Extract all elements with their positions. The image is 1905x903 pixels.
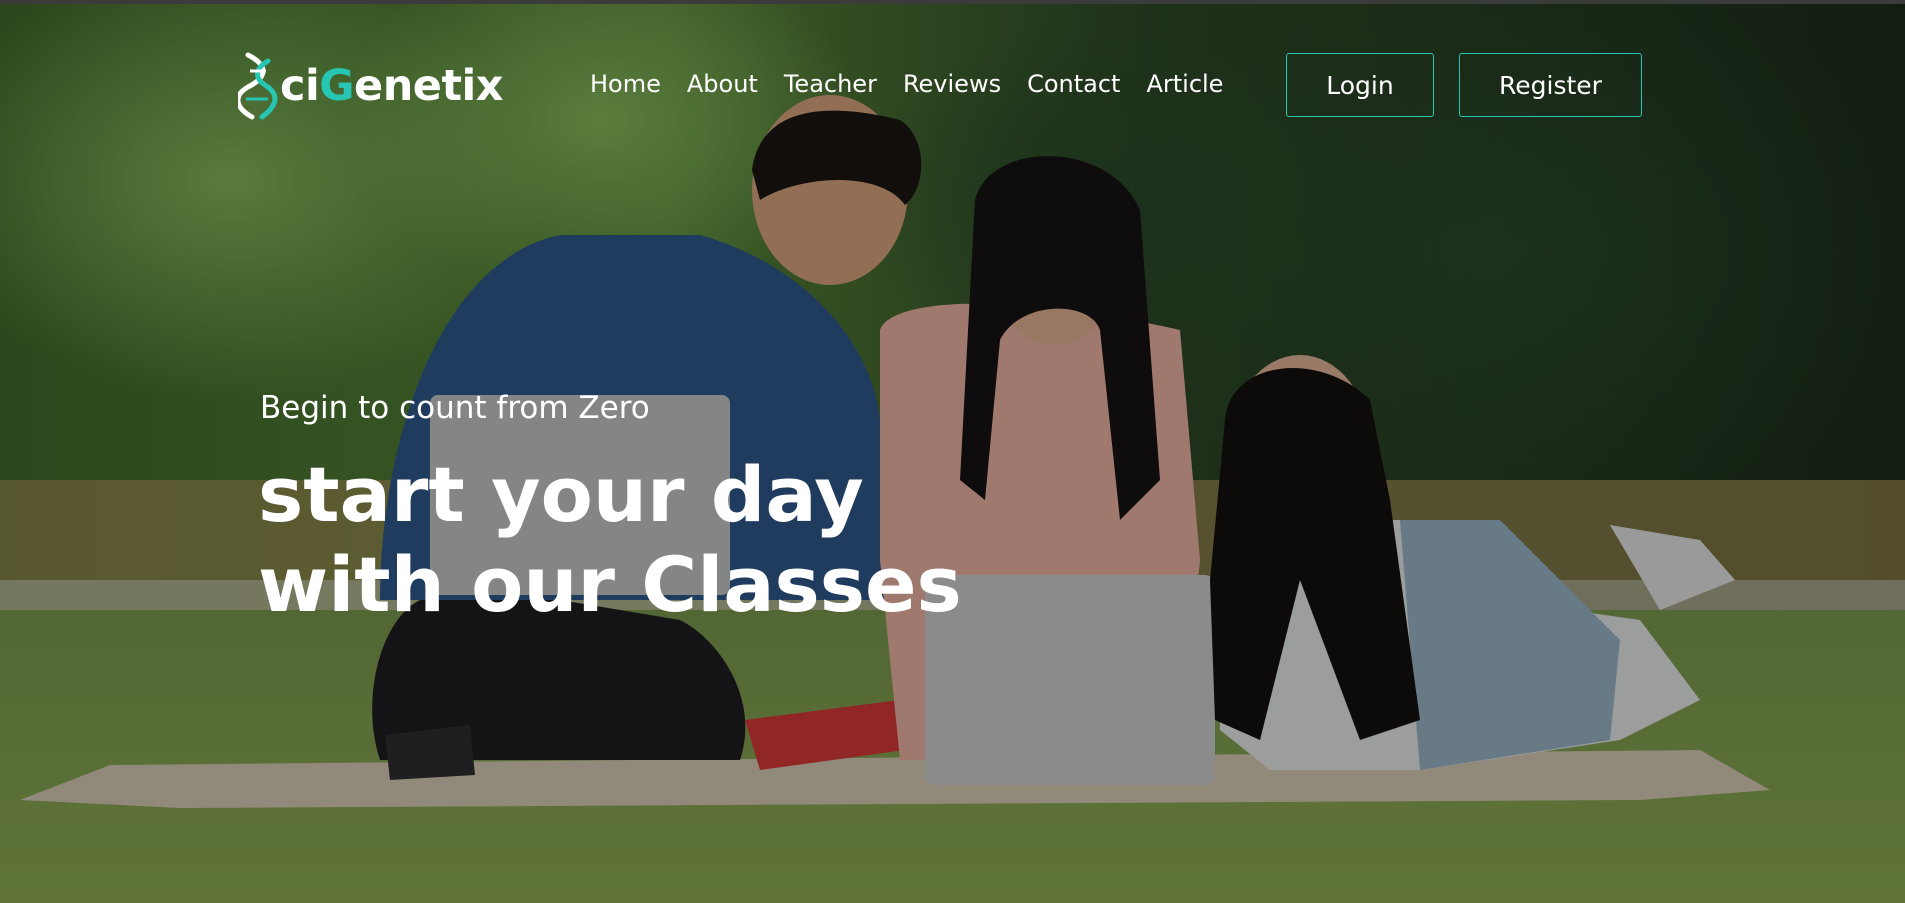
- nav-link-reviews[interactable]: Reviews: [903, 70, 1001, 98]
- nav-link-home[interactable]: Home: [590, 70, 661, 98]
- nav-link-teacher[interactable]: Teacher: [784, 70, 877, 98]
- nav-link-contact[interactable]: Contact: [1027, 70, 1120, 98]
- hero-tagline: Begin to count from Zero: [260, 390, 650, 426]
- main-navigation: Home About Teacher Reviews Contact Artic…: [590, 64, 1249, 104]
- nav-link-about[interactable]: About: [687, 70, 758, 98]
- brand-logo[interactable]: ciGenetix: [238, 50, 504, 122]
- hero-headline-line-2: with our Classes: [258, 540, 962, 629]
- login-button[interactable]: Login: [1286, 53, 1434, 117]
- dna-helix-icon: [238, 52, 278, 120]
- hero-section: ciGenetix Home About Teacher Reviews Con…: [0, 0, 1905, 903]
- nav-link-article[interactable]: Article: [1146, 70, 1223, 98]
- hero-headline: start your day with our Classes: [258, 450, 978, 630]
- window-top-border: [0, 0, 1905, 4]
- brand-name: ciGenetix: [280, 61, 504, 111]
- hero-headline-line-1: start your day: [258, 450, 864, 539]
- register-button[interactable]: Register: [1459, 53, 1642, 117]
